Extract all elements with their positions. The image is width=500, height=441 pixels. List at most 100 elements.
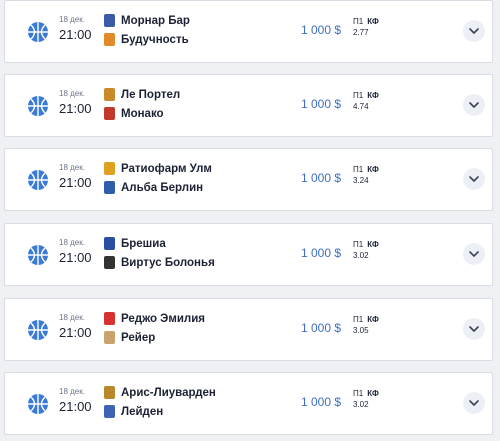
match-card[interactable]: 18 дек. 21:00 Ратиофарм Улм Альба Берлин… [4, 148, 493, 211]
team-home: Арис-Лиуварден [104, 383, 216, 402]
expand-button[interactable] [463, 392, 485, 414]
basketball-icon [28, 245, 48, 265]
odds-value: 3.05 [353, 326, 369, 335]
teams: Арис-Лиуварден Лейден [104, 383, 216, 421]
basketball-icon [28, 394, 48, 414]
odds-market: П1 [353, 17, 364, 26]
team-away: Лейден [104, 402, 216, 421]
odds-market: П1 [353, 91, 364, 100]
team-away-logo [104, 405, 115, 418]
odds: П1 КФ 3.02 [353, 389, 379, 409]
match-card[interactable]: 18 дек. 21:00 Реджо Эмилия Рейер 1 000 $… [4, 298, 493, 361]
odds-market: П1 [353, 389, 364, 398]
expand-button[interactable] [463, 20, 485, 42]
odds-value: 3.24 [353, 176, 369, 185]
bet-amount: 1 000 $ [301, 246, 342, 260]
basketball-icon [28, 320, 48, 340]
match-list: 18 дек. 21:00 Морнар Бар Будучность 1 00… [0, 0, 500, 441]
team-home-name: Ратиофарм Улм [121, 162, 212, 175]
team-home-name: Реджо Эмилия [121, 312, 206, 325]
bet-amount: 1 000 $ [301, 97, 342, 111]
team-home-logo [104, 386, 115, 399]
team-away-name: Альба Берлин [121, 181, 204, 194]
expand-button[interactable] [463, 243, 485, 265]
match-time: 21:00 [59, 325, 92, 340]
match-card[interactable]: 18 дек. 21:00 Ле Портел Монако 1 000 $ П… [4, 74, 493, 137]
chevron-down-icon [469, 28, 479, 34]
match-time: 21:00 [59, 101, 92, 116]
odds-kf-label: КФ [367, 91, 379, 100]
team-home-logo [104, 237, 115, 250]
team-home: Морнар Бар [104, 11, 190, 30]
match-date: 18 дек. [59, 238, 85, 247]
team-away-name: Виртус Болонья [121, 256, 215, 269]
odds-kf-label: КФ [367, 389, 379, 398]
team-away: Монако [104, 104, 180, 123]
odds-kf-label: КФ [367, 165, 379, 174]
bet-amount: 1 000 $ [301, 395, 342, 409]
team-home-name: Брешиа [121, 237, 166, 250]
team-home-name: Морнар Бар [121, 14, 190, 27]
odds-value: 2.77 [353, 28, 369, 37]
team-away-name: Рейер [121, 331, 156, 344]
team-away: Альба Берлин [104, 178, 212, 197]
team-away-name: Лейден [121, 405, 164, 418]
chevron-down-icon [469, 326, 479, 332]
odds: П1 КФ 4.74 [353, 91, 379, 111]
team-away-logo [104, 256, 115, 269]
match-card[interactable]: 18 дек. 21:00 Брешиа Виртус Болонья 1 00… [4, 223, 493, 286]
odds: П1 КФ 3.05 [353, 315, 379, 335]
odds-market: П1 [353, 315, 364, 324]
odds-kf-label: КФ [367, 240, 379, 249]
team-home: Ле Портел [104, 85, 180, 104]
team-home-name: Ле Портел [121, 88, 181, 101]
expand-button[interactable] [463, 94, 485, 116]
odds-value: 4.74 [353, 102, 369, 111]
match-date: 18 дек. [59, 89, 85, 98]
odds-market: П1 [353, 240, 364, 249]
odds-market: П1 [353, 165, 364, 174]
bet-amount: 1 000 $ [301, 171, 342, 185]
team-home-logo [104, 312, 115, 325]
expand-button[interactable] [463, 318, 485, 340]
team-away-logo [104, 33, 115, 46]
odds-kf-label: КФ [367, 17, 379, 26]
match-card[interactable]: 18 дек. 21:00 Арис-Лиуварден Лейден 1 00… [4, 372, 493, 435]
basketball-icon [28, 22, 48, 42]
team-home-logo [104, 88, 115, 101]
team-away: Виртус Болонья [104, 253, 215, 272]
team-away: Будучность [104, 30, 190, 49]
bet-amount: 1 000 $ [301, 23, 342, 37]
team-home-logo [104, 14, 115, 27]
team-away-logo [104, 331, 115, 344]
teams: Ратиофарм Улм Альба Берлин [104, 159, 212, 197]
odds: П1 КФ 2.77 [353, 17, 379, 37]
teams: Брешиа Виртус Болонья [104, 234, 215, 272]
odds-kf-label: КФ [367, 315, 379, 324]
basketball-icon [28, 96, 48, 116]
odds-value: 3.02 [353, 251, 369, 260]
team-away-name: Монако [121, 107, 164, 120]
match-date: 18 дек. [59, 163, 85, 172]
teams: Реджо Эмилия Рейер [104, 309, 205, 347]
expand-button[interactable] [463, 168, 485, 190]
match-time: 21:00 [59, 175, 92, 190]
team-away-logo [104, 181, 115, 194]
team-home: Брешиа [104, 234, 215, 253]
chevron-down-icon [469, 176, 479, 182]
chevron-down-icon [469, 400, 479, 406]
match-date: 18 дек. [59, 313, 85, 322]
team-home-name: Арис-Лиуварден [121, 386, 216, 399]
match-date: 18 дек. [59, 15, 85, 24]
basketball-icon [28, 170, 48, 190]
odds: П1 КФ 3.02 [353, 240, 379, 260]
match-time: 21:00 [59, 399, 92, 414]
team-home: Реджо Эмилия [104, 309, 205, 328]
match-card[interactable]: 18 дек. 21:00 Морнар Бар Будучность 1 00… [4, 0, 493, 63]
match-date: 18 дек. [59, 387, 85, 396]
team-away-name: Будучность [121, 33, 189, 46]
match-time: 21:00 [59, 27, 92, 42]
bet-amount: 1 000 $ [301, 321, 342, 335]
team-home: Ратиофарм Улм [104, 159, 212, 178]
chevron-down-icon [469, 102, 479, 108]
